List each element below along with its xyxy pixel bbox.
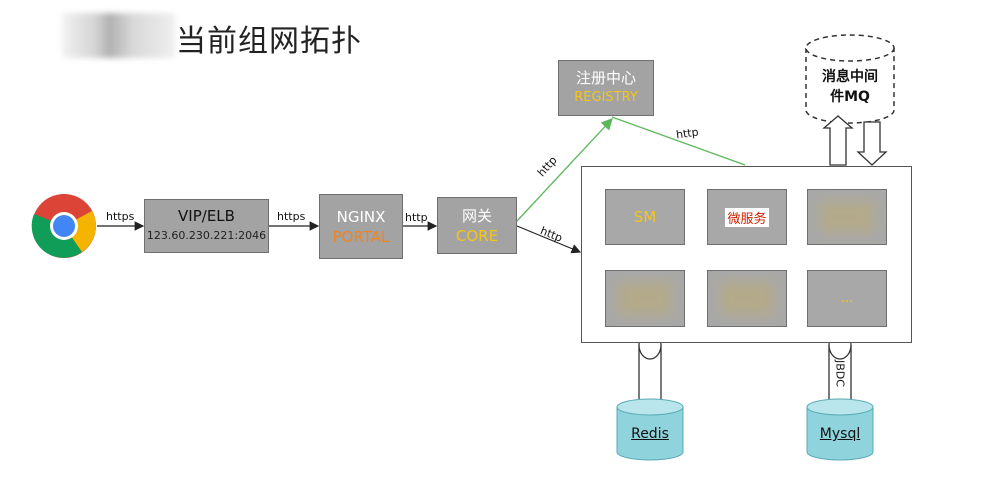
gateway-box: 网关 CORE: [437, 197, 517, 254]
gateway-name: 网关: [461, 206, 492, 225]
nginx-name: NGINX: [336, 207, 386, 226]
mq-label: 消息中间 件MQ: [806, 67, 894, 107]
service-blurred-2: [605, 270, 685, 327]
service-ellipsis: ...: [807, 270, 887, 327]
mysql-label: Mysql: [819, 426, 861, 442]
service-sm-label: SM: [633, 208, 657, 226]
nginx-box: NGINX PORTAL: [319, 194, 403, 259]
registry-box: 注册中心 REGISTRY: [558, 60, 654, 116]
link-label-https-1: https: [106, 210, 135, 223]
service-blurred-1: [807, 189, 887, 245]
registry-name: 注册中心: [575, 69, 636, 87]
redis-label: Redis: [631, 426, 669, 442]
vip-elb-box: VIP/ELB 123.60.230.221:2046: [144, 199, 269, 253]
mq-label-line1: 消息中间: [822, 69, 878, 85]
service-ellipsis-label: ...: [840, 291, 854, 306]
blurred-label: [819, 200, 875, 234]
down-hollow-arrow-icon: [856, 121, 888, 166]
vip-elb-name: VIP/ELB: [178, 207, 235, 225]
blurred-label: [617, 282, 673, 315]
service-micro-label: 微服务: [725, 207, 769, 227]
link-label-https-2: https: [277, 210, 306, 223]
vip-elb-address: 123.60.230.221:2046: [146, 229, 267, 242]
registry-sub: REGISTRY: [574, 90, 638, 105]
service-micro: 微服务: [707, 189, 787, 245]
mq-label-line2: 件MQ: [830, 89, 870, 105]
service-sm: SM: [605, 189, 685, 245]
chrome-icon: [31, 194, 96, 258]
blurred-label: [719, 282, 775, 315]
link-label-http-1: http: [405, 211, 428, 224]
nginx-sub: PORTAL: [332, 227, 390, 246]
service-blurred-3: [707, 270, 787, 327]
jbdc-label: JBDC: [833, 360, 847, 387]
gateway-sub: CORE: [455, 226, 499, 245]
up-hollow-arrow-icon: [822, 115, 854, 166]
